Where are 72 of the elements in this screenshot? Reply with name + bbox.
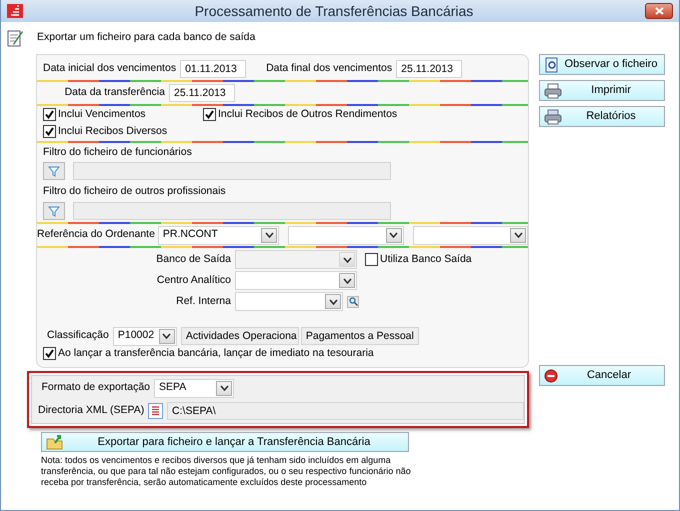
directory-field[interactable]: C:\SEPA\ <box>167 402 524 420</box>
checkbox[interactable] <box>43 125 56 138</box>
checkbox[interactable] <box>43 108 56 122</box>
field-label: Centro Analítico <box>156 272 231 288</box>
field-label: Data final dos vencimentos <box>266 61 392 76</box>
chevron-icon <box>328 298 338 304</box>
app-logo-icon <box>7 4 23 18</box>
folder-arrow-icon <box>46 434 64 450</box>
field-label: Ref. Interna <box>175 294 231 309</box>
chevron-icon <box>514 232 522 238</box>
list-icon <box>151 406 160 416</box>
dropdown-button[interactable] <box>339 273 355 288</box>
dropdown-button[interactable] <box>216 380 232 396</box>
printer-icon <box>544 82 562 98</box>
chevron-icon <box>264 232 274 238</box>
field-label: Filtro do ficheiro de funcionários <box>42 144 193 160</box>
checkbox-label: Utiliza Banco Saída <box>380 252 472 267</box>
dropdown-button[interactable] <box>261 228 278 242</box>
chevron-icon <box>342 278 352 284</box>
printer-icon <box>544 108 562 124</box>
search-button[interactable] <box>347 296 359 308</box>
chevron-icon <box>162 333 172 339</box>
date-field[interactable]: 25.11.2013 <box>169 84 235 102</box>
combo-box[interactable]: SEPA <box>154 378 234 398</box>
readonly-field[interactable]: Pagamentos a Pessoal <box>300 327 419 345</box>
chevron-icon <box>220 385 228 392</box>
funnel-icon <box>48 206 60 216</box>
side-button[interactable]: Imprimir <box>539 80 665 101</box>
dropdown-button[interactable] <box>325 294 341 309</box>
field-label: Formato de exportação <box>40 380 150 396</box>
dropdown-button[interactable] <box>510 228 526 242</box>
checkbox-label: Inclui Recibos de Outros Rendimentos <box>218 107 398 122</box>
field-label: Referência do Ordenante <box>37 227 155 242</box>
combo-box[interactable]: P10002 <box>112 326 177 346</box>
export-button[interactable]: Exportar para ficheiro e lançar a Transferência Bancária <box>41 432 409 452</box>
filter-button[interactable] <box>43 202 65 220</box>
field-label: Directoria XML (SEPA) <box>38 403 144 418</box>
note-text: Nota: todos os vencimentos e recibos diversos que já tenham sido incluídos em alguma transferência, ou que para tal não estejam configurados, ou o seu respectivo funcionário não receba por transferência, serão automaticamente excluídos deste processamento <box>40 454 412 488</box>
field-label: Data inicial dos vencimentos <box>43 61 176 76</box>
field-label: Banco de Saída <box>155 252 231 267</box>
checkbox-label: Inclui Vencimentos <box>58 107 146 122</box>
dropdown-button[interactable] <box>158 328 175 344</box>
close-icon <box>654 6 664 15</box>
side-button[interactable]: Observar o ficheiro <box>539 54 665 75</box>
close-button[interactable] <box>645 3 673 19</box>
header-text: Exportar um ficheiro para cada banco de saída <box>37 30 256 46</box>
checkbox[interactable] <box>365 253 378 266</box>
field-label: Data da transferência <box>64 85 165 100</box>
chevron-icon <box>342 256 352 262</box>
filter-field[interactable] <box>73 162 391 180</box>
cancel-button[interactable]: Cancelar <box>539 365 665 386</box>
funnel-icon <box>48 166 60 177</box>
checkbox[interactable] <box>203 108 216 122</box>
checkbox-label: Ao lançar a transferência bancária, lançar de imediato na tesouraria <box>58 346 374 361</box>
browse-button[interactable] <box>148 403 164 420</box>
window-title: Processamento de Transferências Bancárias <box>194 2 474 20</box>
date-field[interactable]: 01.11.2013 <box>180 60 246 78</box>
chevron-icon <box>389 232 398 238</box>
date-field[interactable]: 25.11.2013 <box>396 60 462 78</box>
checkbox-label: Inclui Recibos Diversos <box>58 124 168 139</box>
checkbox[interactable] <box>43 347 56 360</box>
field-label: Classificação <box>47 328 109 344</box>
no-entry-icon <box>544 368 558 382</box>
notepad-pencil-icon <box>7 28 23 48</box>
filter-field[interactable] <box>73 202 391 220</box>
side-button[interactable]: Relatórios <box>539 106 665 127</box>
dropdown-button[interactable] <box>386 228 402 242</box>
combo-box[interactable]: PR.NCONT <box>158 226 280 244</box>
field-label: Filtro do ficheiro de outros profissionais <box>42 184 227 200</box>
readonly-field[interactable]: Actividades Operaciona <box>180 327 299 345</box>
search-icon <box>348 297 358 306</box>
filter-button[interactable] <box>43 162 65 180</box>
